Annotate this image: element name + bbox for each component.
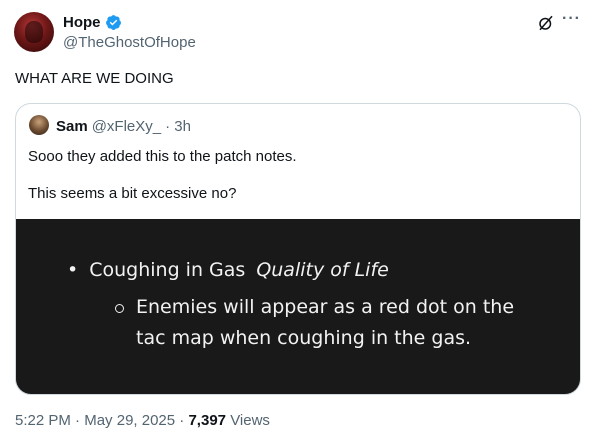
more-options-icon[interactable]: ··· (562, 10, 581, 28)
verified-badge-icon (105, 15, 121, 30)
tweet-meta: 5:22 PM · May 29, 2025 · 7,397 Views (15, 412, 270, 429)
author-name[interactable]: Hope (63, 14, 122, 31)
bullet-tag: Quality of Life (256, 259, 389, 281)
author-avatar[interactable] (14, 12, 54, 52)
meta-separator: · (75, 412, 81, 429)
quoted-tweet-text-line-2: This seems a bit excessive no? (28, 185, 237, 202)
tweet-time[interactable]: 5:22 PM (15, 412, 71, 429)
quoted-tweet-card[interactable]: Sam @xFleXy_ · 3h Sooo they added this t… (15, 103, 581, 395)
tweet-text: WHAT ARE WE DOING (15, 70, 174, 87)
sub-bullet-text: Enemies will appear as a red dot on the … (136, 296, 515, 349)
bullet-dot-icon: • (67, 259, 79, 281)
quoted-tweet-text-line-1: Sooo they added this to the patch notes. (28, 148, 297, 165)
bullet-title: Coughing in Gas (89, 259, 246, 281)
views-label: Views (230, 412, 270, 429)
quoted-author-handle: @xFleXy_ (91, 118, 162, 135)
patch-note-bullet: • Coughing in Gas Quality of Life (67, 259, 389, 281)
quoted-tweet-header: Sam @xFleXy_ · 3h (56, 118, 191, 135)
patch-notes-image[interactable]: • Coughing in Gas Quality of Life Enemie… (16, 219, 580, 394)
quoted-author-name: Sam (56, 118, 88, 135)
grok-icon[interactable] (537, 14, 555, 32)
author-handle[interactable]: @TheGhostOfHope (63, 34, 196, 51)
quoted-author-avatar (29, 115, 49, 135)
tweet-date[interactable]: May 29, 2025 (84, 412, 175, 429)
views-count: 7,397 (188, 412, 227, 429)
meta-separator-2: · (179, 412, 185, 429)
author-name-label: Hope (63, 14, 101, 31)
quoted-tweet-time: · 3h (165, 118, 191, 135)
patch-note-sub-bullet: Enemies will appear as a red dot on the … (115, 292, 536, 354)
hollow-bullet-icon (115, 304, 124, 313)
